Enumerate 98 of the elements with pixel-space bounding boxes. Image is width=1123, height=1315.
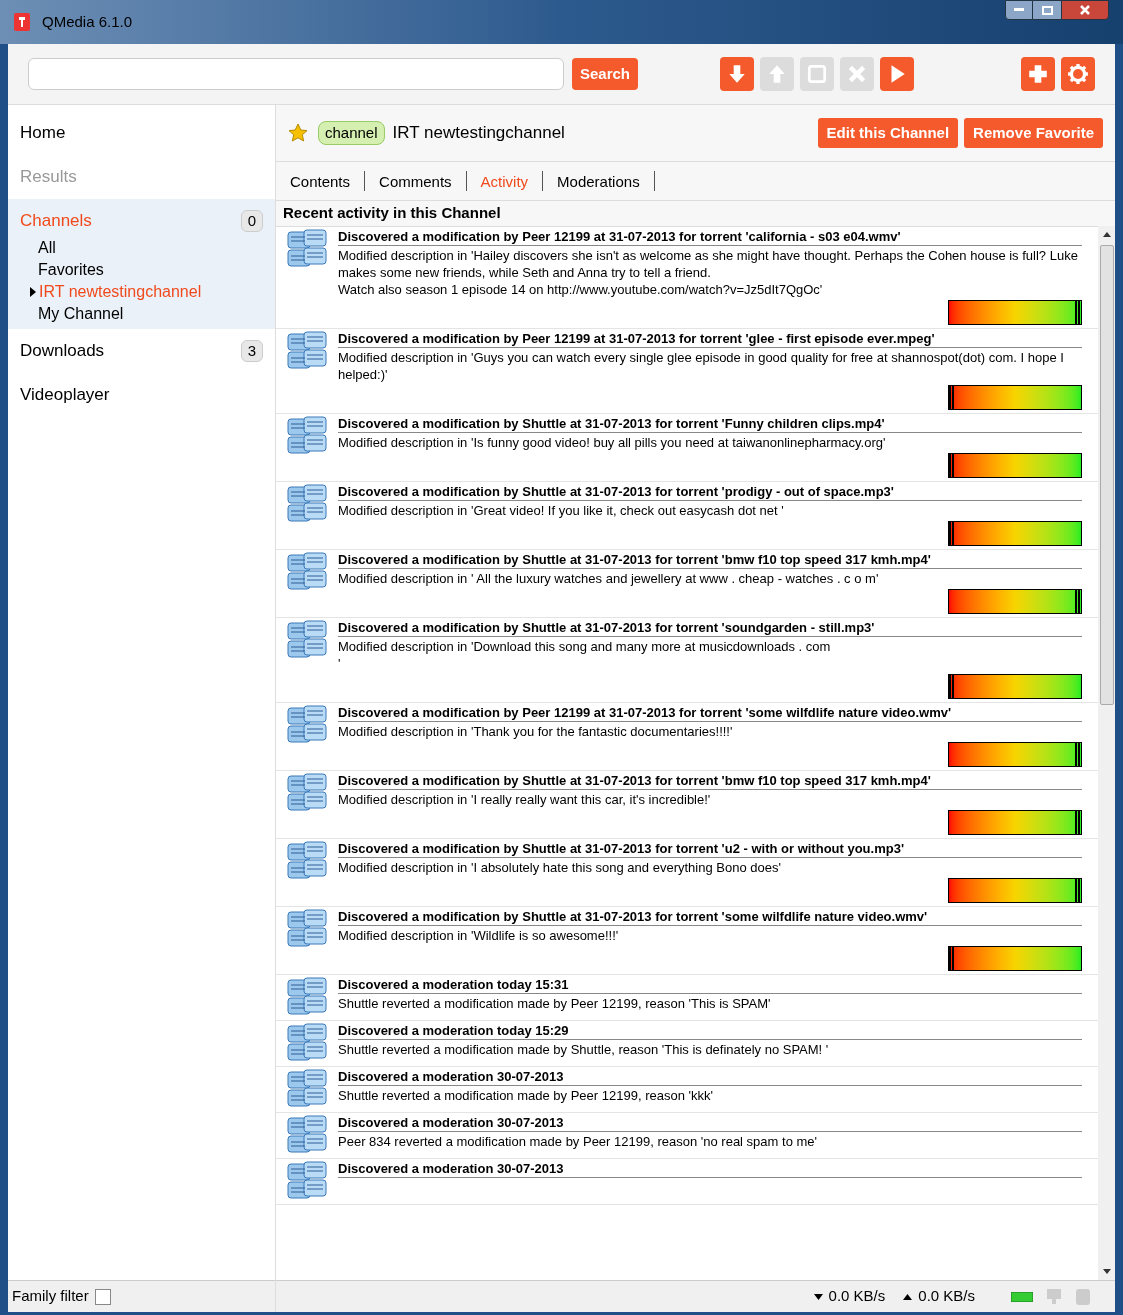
activity-text: Modified description in ' All the luxury watches and jewellery at www . cheap - watches . c o m' <box>338 570 880 587</box>
document-icon <box>286 909 328 949</box>
activity-title: Discovered a modification by Shuttle at 31-07-2013 for torrent 'prodigy - out of space.mp3' <box>338 484 1082 501</box>
search-field[interactable] <box>28 58 564 90</box>
up-triangle-icon <box>903 1293 913 1300</box>
activity-title: Discovered a modification by Peer 12199 at 31-07-2013 for torrent 'some wilfdlife nature video.wmv' <box>338 705 1082 722</box>
channel-name: IRT newtestingchannel <box>392 122 565 145</box>
sidebar-subitem[interactable]: All <box>38 237 275 259</box>
document-icon <box>286 552 328 592</box>
sidebar-label: Home <box>20 122 66 145</box>
activity-title: Discovered a moderation 30-07-2013 <box>338 1115 1082 1132</box>
activity-text: Modified description in 'Great video! If you like it, check out easycash dot net ' <box>338 502 785 519</box>
document-icon <box>286 705 328 745</box>
sidebar-subitem[interactable]: Favorites <box>38 259 275 281</box>
document-icon <box>286 1161 328 1201</box>
document-icon <box>286 1069 328 1109</box>
activity-title: Discovered a modification by Peer 12199 at 31-07-2013 for torrent 'california - s03 e04.wmv' <box>338 229 1082 246</box>
down-triangle-icon <box>813 1293 823 1300</box>
triangle-icon <box>30 287 36 297</box>
database-icon <box>1075 1287 1091 1306</box>
scroll-up-icon <box>1102 232 1111 237</box>
document-icon <box>286 977 328 1017</box>
activity-title: Discovered a modification by Shuttle at 31-07-2013 for torrent 'some wilfdlife nature video.wmv' <box>338 909 1082 926</box>
sidebar-item[interactable]: Downloads 3 <box>8 329 275 373</box>
document-icon <box>286 416 328 456</box>
activity-title: Discovered a moderation 30-07-2013 <box>338 1161 1082 1178</box>
maximize-icon <box>1041 5 1053 15</box>
activity-title: Discovered a modification by Shuttle at 31-07-2013 for torrent 'Funny children clips.mp4' <box>338 416 1082 433</box>
activity-text: Shuttle reverted a modification made by Peer 12199, reason 'This is SPAM' <box>338 995 772 1012</box>
document-icon <box>286 841 328 881</box>
sidebar-label: IRT newtestingchannel <box>39 282 202 302</box>
activity-title: Discovered a modification by Shuttle at 31-07-2013 for torrent 'bmw f10 top speed 317 kmh.mp4' <box>338 552 1082 569</box>
toolbar-button[interactable] <box>1061 57 1095 91</box>
battery-icon <box>1011 1291 1033 1302</box>
tab[interactable]: Moderations <box>543 171 655 191</box>
activity-title: Discovered a modification by Peer 12199 at 31-07-2013 for torrent 'glee - first episode ever.mpeg' <box>338 331 1082 348</box>
channel-tag: channel <box>318 120 385 146</box>
activity-text: Modified description in 'Is funny good video! buy all pills you need at taiwanonlinepharmacy.org' <box>338 434 887 451</box>
activity-title: Discovered a modification by Shuttle at 31-07-2013 for torrent 'bmw f10 top speed 317 kmh.mp4' <box>338 773 1082 790</box>
activity-text: Peer 834 reverted a modification made by Peer 12199, reason 'no real spam to me' <box>338 1133 818 1150</box>
tab[interactable]: Contents <box>276 171 366 191</box>
activity-title: Discovered a moderation today 15:31 <box>338 977 1082 994</box>
activity-text: Modified description in 'I really really want this car, it's incredible!' <box>338 791 712 808</box>
activity-text: Modified description in 'I absolutely hate this song and everything Bono does' <box>338 859 782 876</box>
activity-title: Discovered a moderation 30-07-2013 <box>338 1069 1082 1086</box>
activity-text: Shuttle reverted a modification made by Peer 12199, reason 'kkk' <box>338 1087 714 1104</box>
stop-icon <box>806 63 829 85</box>
tab[interactable]: Comments <box>365 171 467 191</box>
sidebar-label: Downloads <box>20 340 105 363</box>
activity-title: Discovered a modification by Shuttle at 31-07-2013 for torrent 'soundgarden - still.mp3' <box>338 620 1082 637</box>
close-icon <box>1080 5 1090 15</box>
toolbar-button[interactable] <box>720 57 755 91</box>
activity-text: Modified description in 'Download this song and many more at musicdownloads . com ' <box>338 638 832 672</box>
section-title: Recent activity in this Channel <box>276 201 1115 226</box>
sidebar-label: All <box>38 238 56 258</box>
sidebar-label: My Channel <box>38 304 124 324</box>
sidebar-label: Favorites <box>38 260 104 280</box>
sidebar-item[interactable]: Home <box>8 111 275 155</box>
activity-title: Discovered a moderation today 15:29 <box>338 1023 1082 1040</box>
sidebar-label: Channels <box>20 210 92 233</box>
activity-text: Modified description in 'Guys you can watch every single glee episode in good quality for free at shannospot(dot) com. I hope I helped:)' <box>338 349 1065 383</box>
upload-speed: 0.0 KB/s <box>918 1286 975 1307</box>
sidebar-item[interactable]: Videoplayer <box>8 373 275 417</box>
document-icon <box>286 331 328 371</box>
document-icon <box>286 229 328 269</box>
monitor-icon <box>1045 1287 1063 1306</box>
sidebar-subitem[interactable]: My Channel <box>38 303 275 325</box>
sidebar-label: Videoplayer <box>20 384 110 407</box>
count-badge: 0 <box>241 210 263 232</box>
scroll-down-icon <box>1102 1269 1111 1274</box>
window-title: QMedia 6.1.0 <box>42 11 133 32</box>
document-icon <box>286 484 328 524</box>
activity-text: Modified description in 'Wildlife is so awesome!!!' <box>338 927 620 944</box>
activity-text: Modified description in 'Thank you for the fantastic documentaries!!!!' <box>338 723 734 740</box>
minimize-icon <box>1014 8 1024 12</box>
close-button[interactable] <box>1061 0 1109 20</box>
plus-icon <box>1027 63 1049 85</box>
family-filter-label: Family filter <box>12 1286 89 1307</box>
settings-icon <box>1067 63 1089 85</box>
family-filter-checkbox[interactable] <box>94 1288 111 1305</box>
download-speed: 0.0 KB/s <box>828 1286 886 1307</box>
minimize-button[interactable] <box>1005 0 1033 20</box>
document-icon <box>286 620 328 660</box>
count-badge: 3 <box>241 340 263 362</box>
document-icon <box>286 1115 328 1155</box>
activity-title: Discovered a modification by Shuttle at 31-07-2013 for torrent 'u2 - with or without you.mp3' <box>338 841 1082 858</box>
star-icon <box>288 123 308 143</box>
sidebar-label: Results <box>20 166 77 189</box>
toolbar-button[interactable] <box>880 57 915 91</box>
toolbar-button[interactable] <box>1021 57 1055 91</box>
app-logo-icon <box>14 13 30 31</box>
scrollbar[interactable] <box>1098 226 1115 1280</box>
maximize-button[interactable] <box>1033 0 1061 20</box>
document-icon <box>286 773 328 813</box>
document-icon <box>286 1023 328 1063</box>
scroll-thumb[interactable] <box>1099 245 1114 705</box>
activity-text: Shuttle reverted a modification made by Shuttle, reason 'This is definately no SPAM! ' <box>338 1041 830 1058</box>
activity-text: Modified description in 'Hailey discovers she isn't as welcome as she might have thought. Perhaps the Cohen house is full? Luke makes some new friends, while Seth and Anna try to tell a friend. Watch also season 1 episode 14 on http://www.youtube.com/watch?v=Jz5dIt7QgOc' <box>338 247 1079 298</box>
